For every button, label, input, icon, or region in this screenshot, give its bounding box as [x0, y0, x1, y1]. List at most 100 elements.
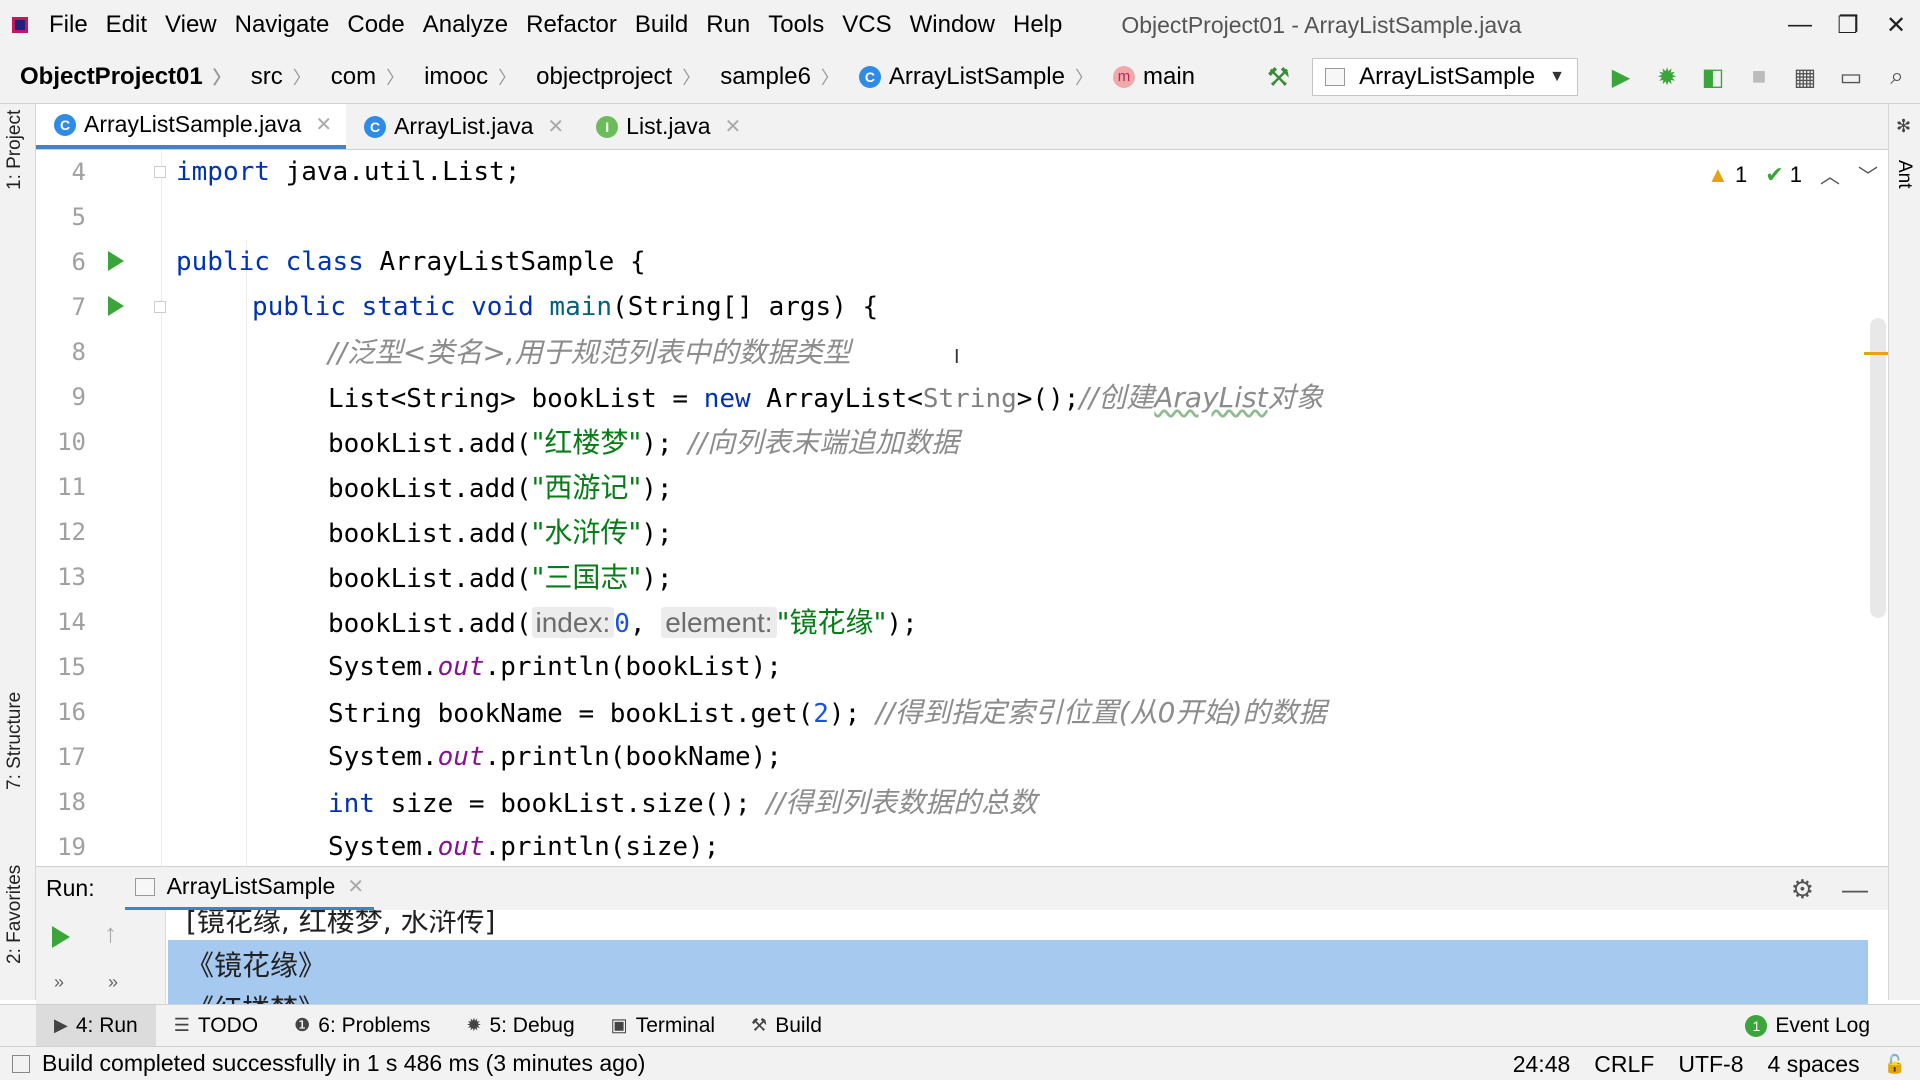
close-tab-icon[interactable]: ✕ [347, 874, 364, 899]
run-icon[interactable]: ▶ [1598, 63, 1644, 92]
indent-setting[interactable]: 4 spaces [1768, 1051, 1860, 1078]
breadcrumb-com[interactable]: com 〉 [311, 63, 404, 91]
tab-label: List.java [626, 113, 711, 139]
menu-edit[interactable]: Edit [97, 11, 156, 39]
editor-scrollbar[interactable] [1866, 210, 1888, 866]
code-editor[interactable]: 4 import java.util.List; 5 6 public clas… [36, 150, 1888, 866]
breadcrumb-imooc[interactable]: imooc 〉 [404, 63, 516, 91]
tab-arraylist-java[interactable]: C ArrayList.java ✕ [346, 104, 578, 149]
ant-tool-tab[interactable]: Ant [1893, 160, 1915, 189]
toggle-tool-windows-icon[interactable] [12, 1054, 30, 1073]
run-panel-label: Run: [46, 875, 95, 901]
event-log-tab[interactable]: 1 Event Log [1745, 1005, 1870, 1047]
status-message[interactable]: Build completed successfully in 1 s 486 … [42, 1050, 645, 1077]
code-line: 16 String bookName = bookList.get(2); //… [36, 690, 1888, 735]
breadcrumb-method[interactable]: m main [1093, 63, 1195, 91]
stop-icon[interactable]: ■ [1736, 63, 1782, 91]
run-gutter-icon[interactable] [108, 296, 124, 316]
search-icon[interactable]: ⌕ [1874, 63, 1920, 91]
more-actions-icon[interactable]: » [108, 972, 118, 993]
menu-window[interactable]: Window [901, 11, 1004, 39]
tool-tab-terminal[interactable]: ▣ Terminal [593, 1005, 733, 1047]
menu-tools[interactable]: Tools [759, 11, 833, 39]
menu-build[interactable]: Build [626, 11, 697, 39]
tool-tab-build[interactable]: ⚒ Build [733, 1005, 840, 1047]
check-icon: ✔ [1765, 161, 1784, 187]
warning-stripe-marker[interactable] [1864, 352, 1888, 355]
code-text: System.out.println(size); [328, 832, 720, 862]
chevron-right-icon: 〉 [498, 67, 517, 88]
fold-marker-icon[interactable] [154, 166, 166, 178]
structure-tool-tab[interactable]: 7: Structure [4, 692, 26, 790]
close-tab-icon[interactable]: ✕ [725, 114, 742, 139]
arrow-up-icon[interactable]: ↑ [104, 918, 117, 949]
line-number: 13 [57, 563, 86, 591]
tab-arraylistsample-java[interactable]: C ArrayListSample.java ✕ [36, 104, 347, 149]
window-title: ObjectProject01 - ArrayListSample.java [1121, 11, 1522, 38]
tool-tab-run[interactable]: ▶ 4: Run [36, 1004, 156, 1047]
run-console[interactable]: ↑ » » [镜花缘, 红楼梦, 水浒传] 《镜花缘》 《红楼梦》 [36, 910, 1888, 1004]
rerun-icon[interactable] [52, 926, 70, 948]
more-actions-icon[interactable]: » [54, 972, 64, 993]
menu-help[interactable]: Help [1004, 11, 1071, 39]
tab-list-java[interactable]: I List.java ✕ [578, 104, 755, 149]
scrollbar-thumb[interactable] [1870, 318, 1886, 618]
close-tab-icon[interactable]: ✕ [315, 112, 332, 137]
close-window-button[interactable]: ✕ [1872, 11, 1920, 40]
chevron-up-icon[interactable]: ︿ [1820, 160, 1840, 189]
menu-vcs[interactable]: VCS [833, 11, 900, 39]
menu-file[interactable]: File [40, 11, 97, 39]
breadcrumb-class[interactable]: C ArrayListSample 〉 [839, 63, 1093, 91]
hide-panel-icon[interactable]: — [1842, 874, 1868, 905]
project-tool-tab[interactable]: 1: Project [4, 110, 26, 190]
code-text: bookList.add("三国志"); [328, 561, 673, 594]
project-structure-icon[interactable]: ▦ [1782, 63, 1828, 92]
run-configuration-dropdown[interactable]: ArrayListSample ▼ [1312, 58, 1578, 96]
line-separator[interactable]: CRLF [1594, 1051, 1654, 1078]
tab-label: Build [775, 1013, 822, 1037]
menu-code[interactable]: Code [338, 11, 413, 39]
breadcrumb-sample6[interactable]: sample6 〉 [700, 63, 839, 91]
breadcrumb-src[interactable]: src 〉 [231, 63, 311, 91]
menu-navigate[interactable]: Navigate [226, 11, 339, 39]
inspection-widget[interactable]: ▲ 1 ✔ 1 ︿ ﹀ [1707, 160, 1878, 189]
menu-refactor[interactable]: Refactor [517, 11, 626, 39]
run-gutter-icon[interactable] [108, 251, 124, 271]
favorites-tool-tab[interactable]: 2: Favorites [4, 865, 26, 964]
status-bar: Build completed successfully in 1 s 486 … [0, 1046, 1920, 1080]
close-tab-icon[interactable]: ✕ [547, 114, 564, 139]
unlock-icon[interactable]: 🔓 [1884, 1054, 1906, 1075]
restore-button[interactable]: ❐ [1824, 11, 1872, 40]
menu-view[interactable]: View [156, 11, 226, 39]
debug-bug-icon[interactable]: ✹ [1644, 63, 1690, 92]
breadcrumb-label: ObjectProject01 [20, 62, 203, 90]
file-encoding[interactable]: UTF-8 [1678, 1051, 1743, 1078]
code-line: 18 int size = bookList.size(); //得到列表数据的… [36, 780, 1888, 825]
code-line: 13 bookList.add("三国志"); [36, 555, 1888, 600]
menu-run[interactable]: Run [697, 11, 759, 39]
warning-icon: ▲ [1707, 161, 1729, 187]
build-hammer-icon[interactable]: ⚒ [1267, 62, 1290, 93]
menu-analyze[interactable]: Analyze [414, 11, 517, 39]
ok-count[interactable]: ✔ 1 [1765, 162, 1802, 188]
problems-icon: ❶ [294, 1015, 311, 1035]
tab-label: 6: Problems [318, 1013, 431, 1037]
presentation-mode-icon[interactable]: ▭ [1828, 63, 1874, 92]
chevron-down-icon[interactable]: ﹀ [1858, 160, 1878, 189]
warning-count[interactable]: ▲ 1 [1707, 162, 1747, 188]
tool-tab-todo[interactable]: ☰ TODO [156, 1005, 276, 1047]
breadcrumb-project[interactable]: ObjectProject01 〉 [0, 63, 231, 91]
editor-tab-bar: C ArrayListSample.java ✕ C ArrayList.jav… [36, 104, 1888, 150]
run-tab-arraylistsample[interactable]: ArrayListSample ✕ [124, 867, 375, 911]
caret-position[interactable]: 24:48 [1513, 1051, 1571, 1078]
right-tool-strip: ✻ Ant [1888, 104, 1920, 1000]
gear-icon[interactable]: ⚙ [1791, 874, 1814, 905]
console-line: [镜花缘, 红楼梦, 水浒传] [186, 910, 496, 938]
run-with-coverage-icon[interactable]: ◧ [1690, 63, 1736, 92]
tool-tab-problems[interactable]: ❶ 6: Problems [276, 1005, 448, 1047]
tab-label: Terminal [635, 1013, 716, 1037]
tool-tab-debug[interactable]: ✹ 5: Debug [448, 1005, 592, 1047]
breadcrumb-objectproject[interactable]: objectproject 〉 [516, 63, 700, 91]
fold-marker-icon[interactable] [154, 301, 166, 313]
minimize-button[interactable]: — [1776, 11, 1824, 39]
